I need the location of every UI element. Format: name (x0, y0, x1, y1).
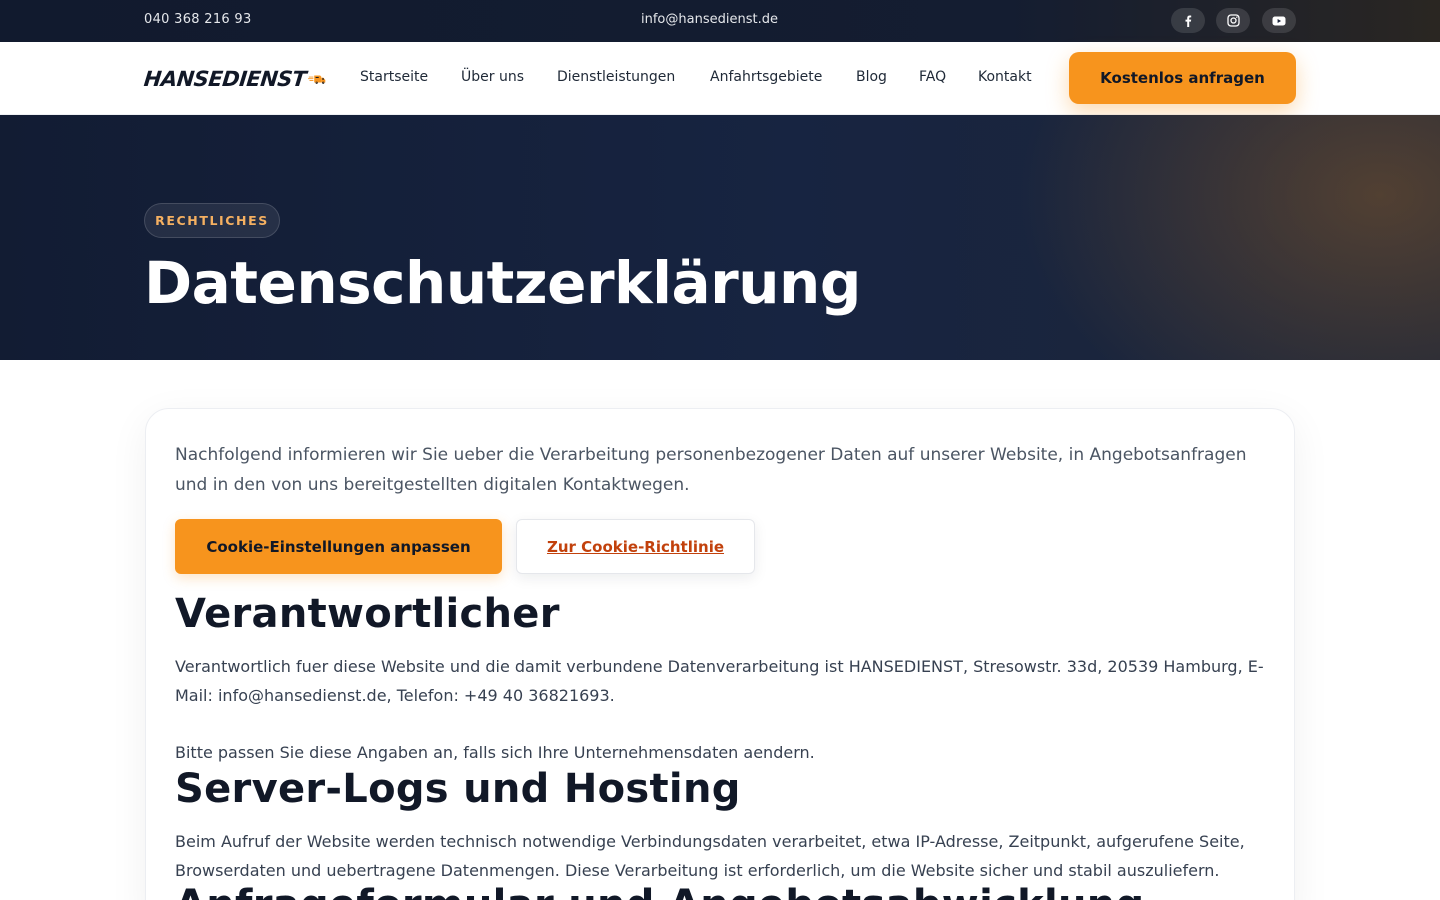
nav-link-anfahrtsgebiete[interactable]: Anfahrtsgebiete (710, 69, 822, 85)
instagram-icon (1226, 14, 1240, 27)
delivery-truck-icon (308, 75, 326, 84)
page-title: Datenschutzerklärung (144, 249, 861, 317)
main-navbar: HANSEDIENST Startseite Über uns Dienstle… (0, 42, 1440, 115)
section-heading-server-logs: Server-Logs und Hosting (175, 766, 741, 812)
nav-link-blog[interactable]: Blog (856, 69, 887, 85)
phone-link[interactable]: 040 368 216 93 (144, 12, 252, 27)
section-text: Bitte passen Sie diese Angaben an, falls… (175, 743, 815, 762)
nav-link-dienstleistungen[interactable]: Dienstleistungen (557, 69, 675, 85)
nav-link-startseite[interactable]: Startseite (360, 69, 428, 85)
page-hero: RECHTLICHES Datenschutzerklärung (0, 115, 1440, 360)
nav-link-ueber-uns[interactable]: Über uns (461, 69, 524, 85)
logo-text: HANSEDIENST (142, 67, 308, 91)
facebook-icon (1185, 15, 1192, 27)
facebook-button[interactable] (1171, 8, 1205, 33)
cookie-policy-link[interactable]: Zur Cookie-Richtlinie (516, 519, 755, 574)
cookie-settings-button[interactable]: Cookie-Einstellungen anpassen (175, 519, 502, 574)
section-heading-anfrageformular: Anfrageformular und Angebotsabwicklung (175, 882, 1145, 900)
content-card: Nachfolgend informieren wir Sie ueber di… (145, 408, 1295, 900)
youtube-icon (1272, 16, 1286, 25)
intro-text: Nachfolgend informieren wir Sie ueber di… (175, 445, 1247, 495)
brand-logo[interactable]: HANSEDIENST (142, 62, 326, 96)
section-text: Beim Aufruf der Website werden technisch… (175, 832, 1245, 880)
nav-link-faq[interactable]: FAQ (919, 69, 946, 85)
instagram-button[interactable] (1216, 8, 1250, 33)
top-contact-bar: 040 368 216 93 info@hansedienst.de (0, 0, 1440, 42)
email-link[interactable]: info@hansedienst.de (641, 12, 778, 27)
section-heading-verantwortlicher: Verantwortlicher (175, 591, 560, 637)
nav-link-kontakt[interactable]: Kontakt (978, 69, 1032, 85)
request-quote-button[interactable]: Kostenlos anfragen (1069, 52, 1296, 104)
section-text: Verantwortlich fuer diese Website und di… (175, 657, 1264, 705)
youtube-button[interactable] (1262, 8, 1296, 33)
section-badge: RECHTLICHES (144, 203, 280, 238)
